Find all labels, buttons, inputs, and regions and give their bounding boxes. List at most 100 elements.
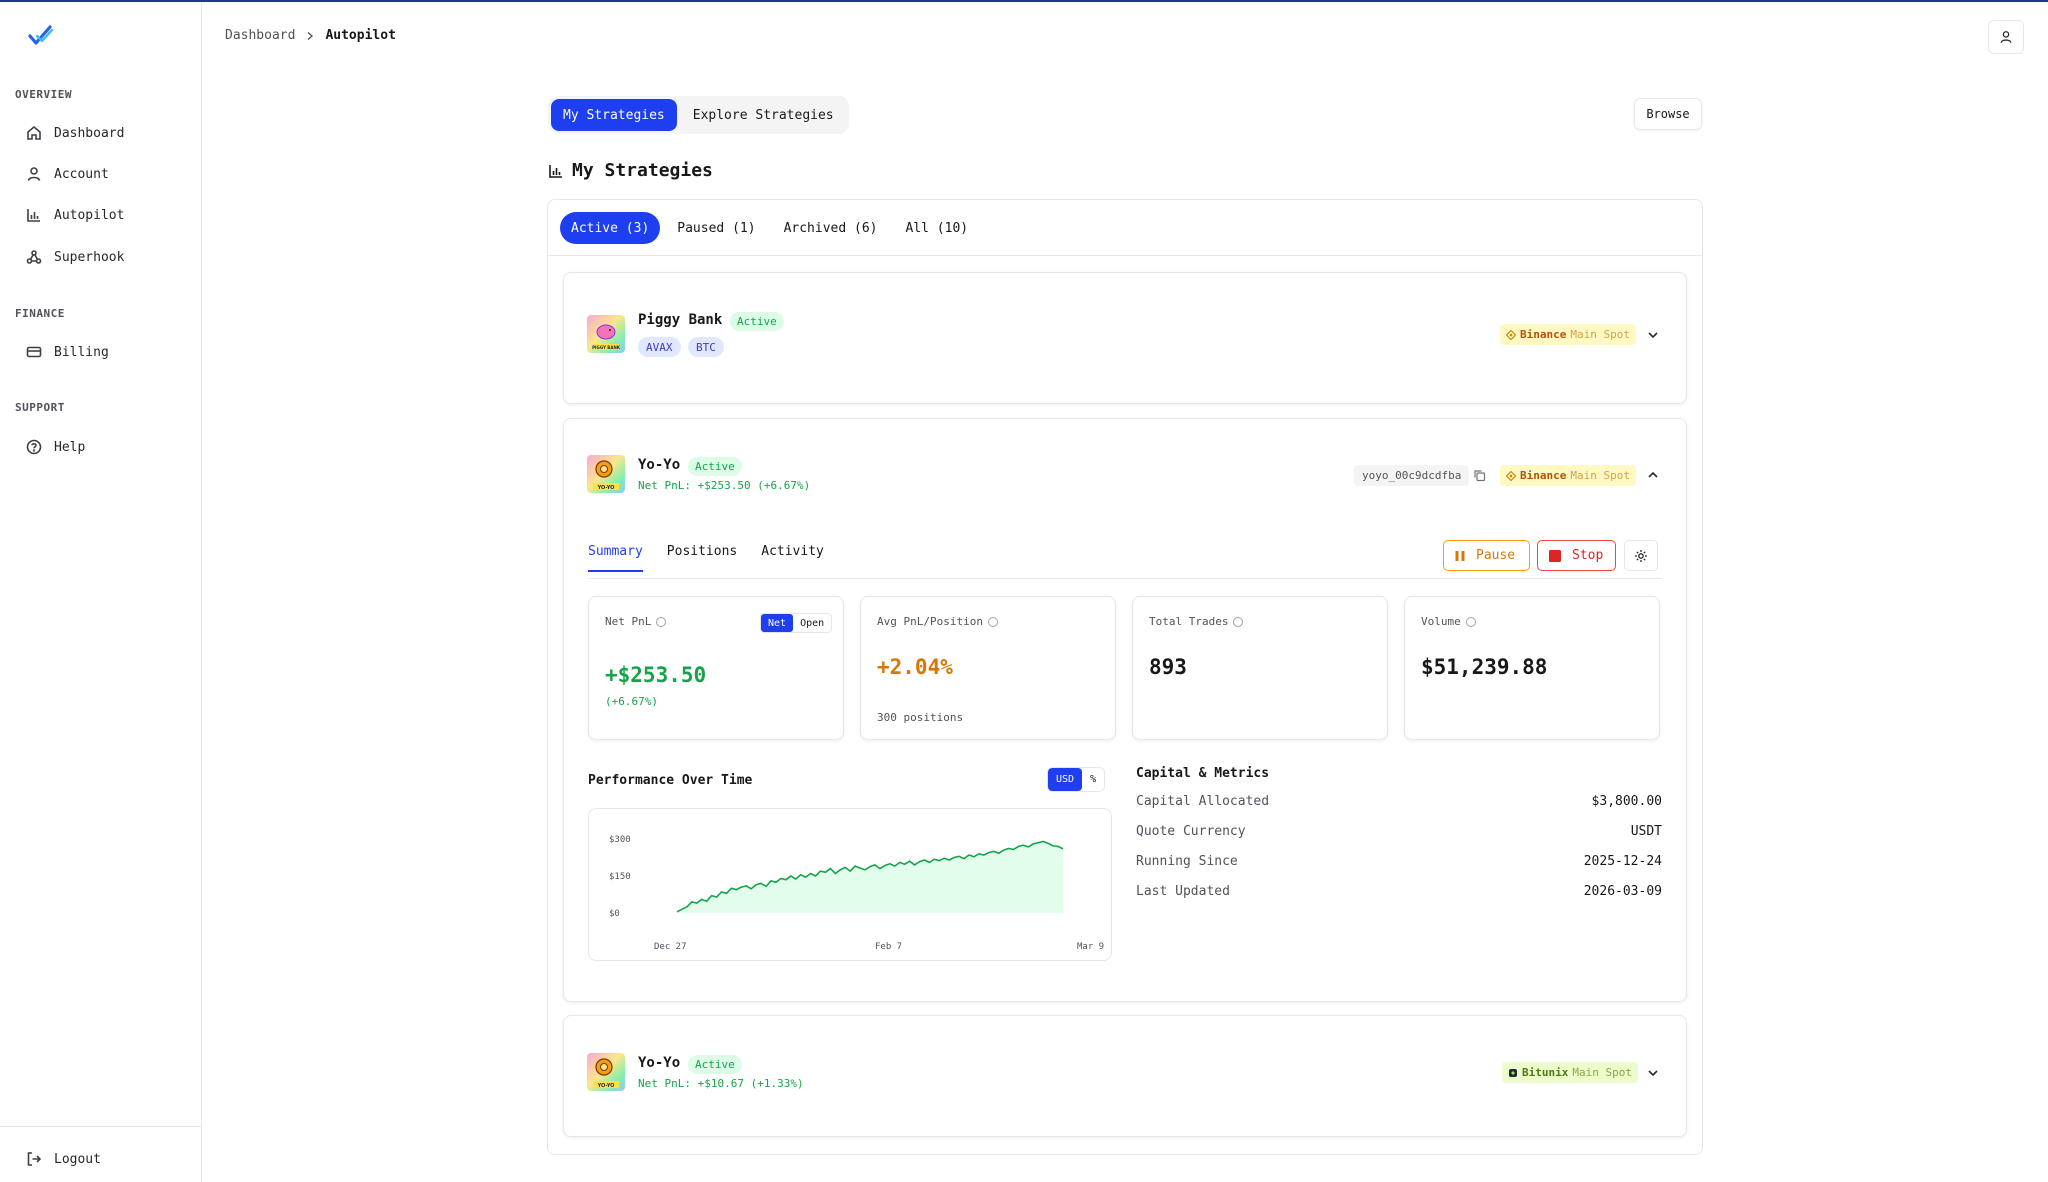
- sidebar-item-help[interactable]: Help: [14, 430, 188, 464]
- app-logo[interactable]: [28, 24, 54, 48]
- logout-label: Logout: [54, 1151, 101, 1167]
- performance-title: Performance Over Time: [588, 773, 753, 788]
- metric-label: Avg PnL/Position: [877, 615, 998, 628]
- metric-label: Volume: [1421, 615, 1476, 628]
- sidebar-item-dashboard[interactable]: Dashboard: [14, 116, 188, 150]
- settings-button[interactable]: [1624, 540, 1658, 571]
- strategy-avatar: YO-YO: [587, 1053, 625, 1091]
- stop-button[interactable]: Stop: [1537, 540, 1616, 571]
- x-tick-label: Feb 7: [875, 942, 902, 952]
- pause-button[interactable]: Pause: [1443, 540, 1530, 571]
- strategy-id-tag: yoyo_00c9dcdfba: [1354, 465, 1470, 486]
- capital-value: USDT: [1630, 824, 1662, 839]
- status-filter-tabs: Active (3) Paused (1) Archived (6) All (…: [560, 212, 979, 244]
- bar-chart-icon: [549, 164, 562, 178]
- filter-active[interactable]: Active (3): [560, 212, 661, 244]
- sidebar-item-autopilot[interactable]: Autopilot: [14, 198, 188, 232]
- y-tick-label: $300: [609, 835, 631, 845]
- unit-toggle: USD %: [1047, 767, 1106, 792]
- tab-activity[interactable]: Activity: [761, 544, 824, 572]
- section-label-support: SUPPORT: [15, 401, 65, 414]
- sidebar-item-label: Autopilot: [54, 207, 125, 223]
- capital-key: Last Updated: [1136, 884, 1230, 899]
- stop-label: Stop: [1572, 548, 1604, 563]
- help-circle-icon: [26, 439, 42, 455]
- info-icon[interactable]: [987, 616, 998, 627]
- toggle-usd[interactable]: USD: [1048, 768, 1083, 791]
- home-icon: [27, 125, 41, 140]
- sidebar-item-account[interactable]: Account: [14, 157, 188, 191]
- info-icon[interactable]: [656, 616, 667, 627]
- svg-text:YO-YO: YO-YO: [597, 485, 615, 491]
- filter-paused[interactable]: Paused (1): [666, 212, 766, 244]
- sidebar: OVERVIEW Dashboard Account Autopilot Sup…: [0, 2, 202, 1182]
- bar-chart-icon: [27, 209, 40, 222]
- piggy-icon: PIGGY BANK: [592, 324, 621, 350]
- metric-sub: 300 positions: [877, 711, 964, 724]
- breadcrumb-current: Autopilot: [325, 28, 396, 43]
- tab-positions[interactable]: Positions: [667, 544, 737, 572]
- coin-tag: AVAX: [638, 337, 681, 357]
- performance-chart-svg: $300 $150 $0 Dec 27 Feb 7 Mar 9: [609, 835, 1104, 952]
- breadcrumb-parent[interactable]: Dashboard: [225, 28, 295, 43]
- info-icon[interactable]: [1233, 616, 1244, 627]
- metric-label-text: Volume: [1421, 615, 1461, 628]
- status-badge: Active: [688, 457, 742, 476]
- filter-archived[interactable]: Archived (6): [773, 212, 889, 244]
- breadcrumb: Dashboard Autopilot: [225, 28, 396, 43]
- user-icon: [2000, 31, 2012, 43]
- tab-my-strategies[interactable]: My Strategies: [551, 99, 677, 131]
- exchange-name: Bitunix: [1522, 1066, 1569, 1079]
- strategy-avatar: YO-YO: [587, 455, 625, 493]
- pause-icon: [1455, 550, 1465, 561]
- sidebar-item-label: Dashboard: [54, 125, 125, 141]
- detail-tabs: Summary Positions Activity: [588, 544, 824, 572]
- filter-all[interactable]: All (10): [894, 212, 979, 244]
- toggle-open[interactable]: Open: [793, 614, 831, 632]
- sidebar-item-superhook[interactable]: Superhook: [14, 240, 188, 274]
- chevron-right-icon: [307, 31, 314, 40]
- sidebar-item-label: Account: [54, 166, 109, 182]
- credit-card-icon: [26, 346, 42, 358]
- metric-label-text: Total Trades: [1149, 615, 1229, 628]
- user-menu-button[interactable]: [1988, 20, 2024, 54]
- chevron-down-icon[interactable]: [1646, 328, 1660, 342]
- capital-key: Quote Currency: [1136, 824, 1246, 839]
- status-badge: Active: [688, 1055, 742, 1074]
- strategy-view-tabs: My Strategies Explore Strategies: [548, 96, 849, 134]
- capital-value: $3,800.00: [1591, 794, 1662, 809]
- capital-row: Quote Currency USDT: [1136, 824, 1662, 839]
- sidebar-item-label: Superhook: [54, 249, 125, 265]
- metric-value: 893: [1149, 655, 1187, 679]
- webhook-icon: [26, 250, 42, 264]
- divider: [588, 578, 1662, 579]
- sidebar-item-label: Help: [54, 439, 86, 455]
- metric-value: +2.04%: [877, 655, 953, 679]
- toggle-net[interactable]: Net: [761, 614, 794, 632]
- exchange-name: Binance: [1520, 469, 1567, 482]
- capital-title: Capital & Metrics: [1136, 766, 1270, 781]
- market-name: Main Spot: [1572, 1066, 1632, 1079]
- strategy-avatar: PIGGY BANK: [587, 315, 625, 353]
- chevron-up-icon[interactable]: [1646, 468, 1660, 482]
- browse-button[interactable]: Browse: [1634, 98, 1702, 130]
- tab-summary[interactable]: Summary: [588, 544, 643, 572]
- info-icon[interactable]: [1465, 616, 1476, 627]
- capital-key: Running Since: [1136, 854, 1238, 869]
- exchange-badge: Binance Main Spot: [1500, 465, 1636, 486]
- logout-button[interactable]: Logout: [14, 1142, 188, 1176]
- toggle-percent[interactable]: %: [1082, 768, 1104, 791]
- y-tick-label: $0: [609, 909, 620, 919]
- binance-icon: [1506, 329, 1516, 340]
- status-badge: Active: [730, 312, 784, 331]
- sidebar-item-billing[interactable]: Billing: [14, 335, 188, 369]
- strategy-pnl: Net PnL: +$253.50 (+6.67%): [638, 479, 811, 492]
- tab-explore-strategies[interactable]: Explore Strategies: [681, 99, 846, 131]
- metric-avg-pnl: Avg PnL/Position +2.04% 300 positions: [860, 596, 1116, 740]
- copy-icon[interactable]: [1473, 469, 1486, 482]
- chevron-down-icon[interactable]: [1646, 1066, 1660, 1080]
- x-tick-label: Mar 9: [1077, 942, 1104, 952]
- page-title: My Strategies: [548, 160, 713, 181]
- exchange-badge: Binance Main Spot: [1500, 324, 1636, 345]
- stop-icon: [1549, 549, 1561, 562]
